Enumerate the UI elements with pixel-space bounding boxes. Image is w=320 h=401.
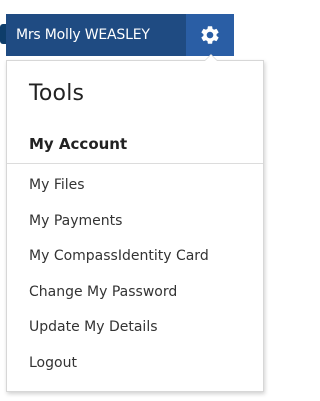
menu-item-update-details[interactable]: Update My Details [29,316,209,352]
page: Mrs Molly WEASLEY Tools My Account My Fi… [0,0,272,401]
menu-item-my-files[interactable]: My Files [29,174,209,210]
section-heading-my-account: My Account [29,135,128,153]
settings-button[interactable] [186,14,234,56]
menu-item-logout[interactable]: Logout [29,352,209,388]
top-header: Mrs Molly WEASLEY [0,0,272,64]
user-name-button[interactable]: Mrs Molly WEASLEY [6,14,186,56]
dropdown-title: Tools [29,81,85,106]
section-divider [7,163,263,164]
menu-item-change-password[interactable]: Change My Password [29,281,209,317]
menu-item-my-payments[interactable]: My Payments [29,210,209,246]
tools-dropdown-menu: Tools My Account My Files My Payments My… [6,54,264,392]
user-name-label: Mrs Molly WEASLEY [16,27,150,43]
menu-item-identity-card[interactable]: My CompassIdentity Card [29,245,209,281]
gear-icon [201,26,219,44]
account-menu-list: My Files My Payments My CompassIdentity … [29,174,209,388]
